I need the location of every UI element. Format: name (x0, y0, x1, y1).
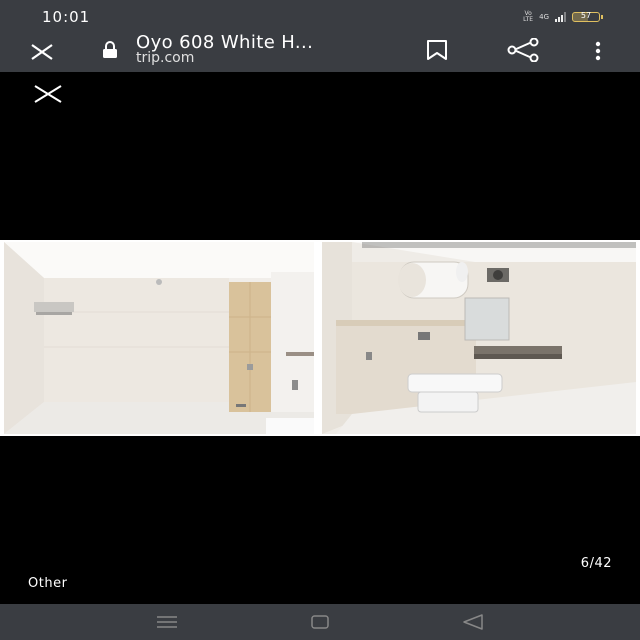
network-type: 4G (539, 13, 549, 21)
lock-icon (103, 41, 117, 58)
status-icons: Vo LTE 4G 57 (523, 10, 603, 24)
battery-level: 57 (580, 11, 592, 20)
triangle-back-icon[interactable] (462, 614, 484, 630)
square-icon[interactable] (310, 614, 330, 630)
status-bar: 10:01 Vo LTE 4G 57 (0, 0, 640, 32)
photo-shower-area (4, 242, 314, 434)
close-icon[interactable] (30, 41, 54, 63)
battery-icon: 57 (572, 11, 603, 22)
system-nav-bar (0, 604, 640, 640)
menu-lines-icon[interactable] (156, 614, 178, 630)
photo-toilet-area (322, 242, 636, 434)
signal-icon (555, 12, 566, 22)
page-domain: trip.com (136, 50, 195, 66)
browser-toolbar: Oyo 608 White H... trip.com (0, 32, 640, 72)
volte-indicator: Vo LTE (523, 10, 534, 23)
photo-caption: Other (28, 576, 68, 591)
gallery-photo[interactable] (0, 240, 640, 436)
status-time: 10:01 (42, 8, 91, 26)
viewer-close-icon[interactable] (33, 84, 63, 104)
photo-counter: 6/42 (580, 556, 612, 571)
more-vert-icon[interactable] (591, 40, 605, 62)
share-icon[interactable] (506, 38, 540, 62)
bookmark-icon[interactable] (425, 39, 449, 61)
